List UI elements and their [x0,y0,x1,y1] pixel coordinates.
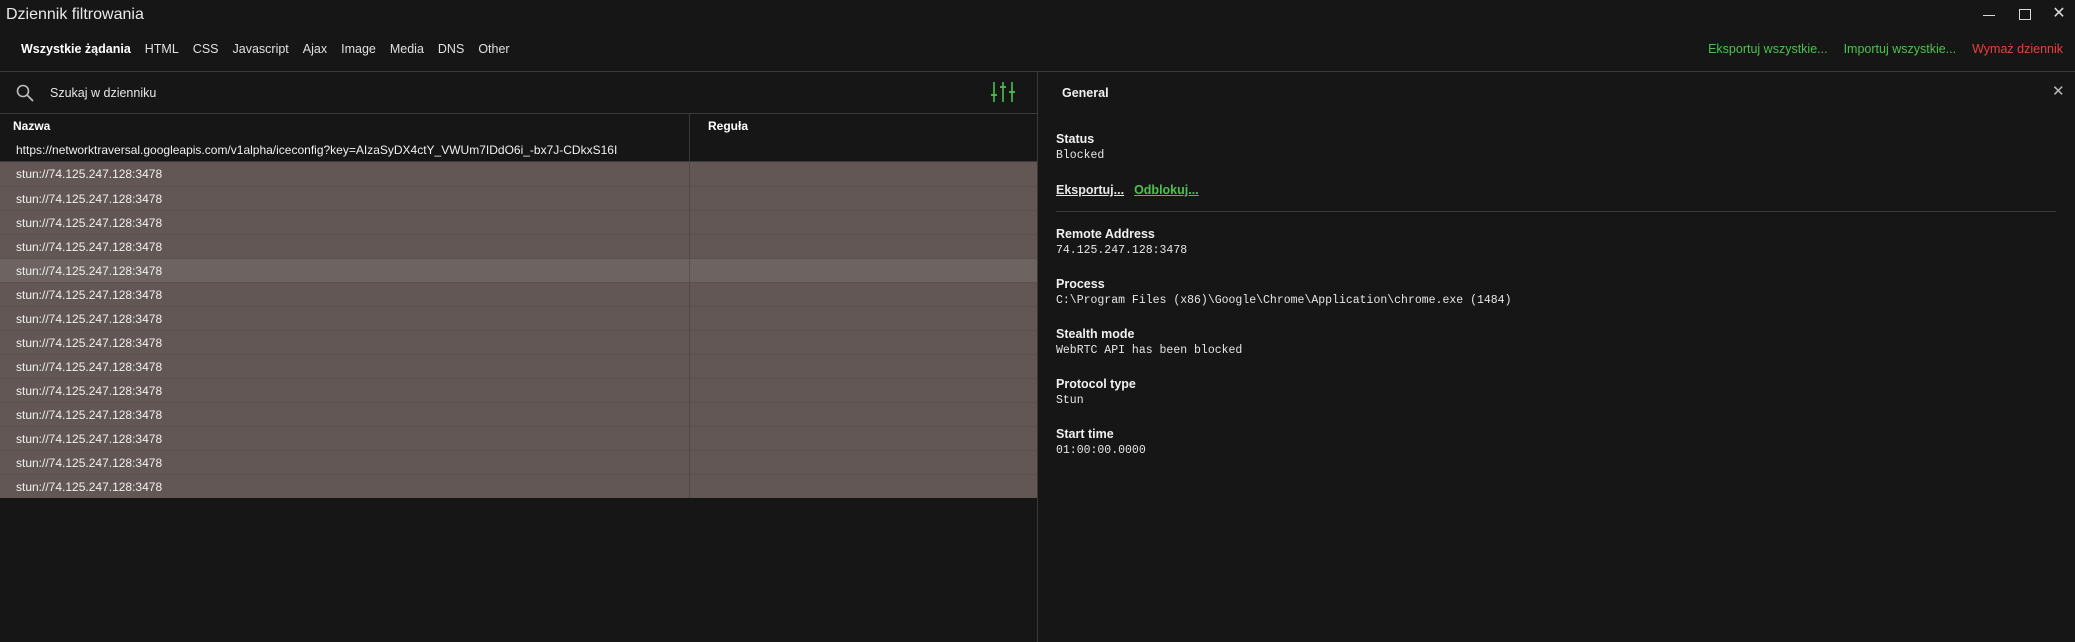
window-title: Dziennik filtrowania [6,6,144,23]
table-row[interactable]: https://networktraversal.googleapis.com/… [0,138,1037,162]
tab-image[interactable]: Image [334,42,383,56]
request-name: https://networktraversal.googleapis.com/… [16,143,618,157]
protocol-type-value: Stun [1056,394,1084,407]
table-row-selected[interactable]: stun://74.125.247.128:3478 [0,258,1037,283]
protocol-type-label: Protocol type [1056,377,1136,391]
search-bar [0,72,1037,114]
table-row[interactable]: stun://74.125.247.128:3478 [0,474,1037,499]
request-name: stun://74.125.247.128:3478 [16,192,163,206]
maximize-icon [2019,8,2031,20]
request-name: stun://74.125.247.128:3478 [16,312,163,326]
process-field: Process C:\Program Files (x86)\Google\Ch… [1056,277,1511,307]
request-log-pane: Nazwa Reguła https://networktraversal.go… [0,72,1037,642]
table-row[interactable]: stun://74.125.247.128:3478 [0,426,1037,451]
table-row[interactable]: stun://74.125.247.128:3478 [0,378,1037,403]
request-name: stun://74.125.247.128:3478 [16,216,163,230]
table-row[interactable]: stun://74.125.247.128:3478 [0,282,1037,307]
tab-html[interactable]: HTML [138,42,186,56]
import-all-button[interactable]: Importuj wszystkie... [1844,42,1957,56]
stealth-mode-value: WebRTC API has been blocked [1056,344,1243,357]
status-label: Status [1056,132,1095,146]
request-name: stun://74.125.247.128:3478 [16,408,163,422]
tab-other[interactable]: Other [471,42,516,56]
minimize-button[interactable] [1972,0,2006,28]
tab-javascript[interactable]: Javascript [226,42,296,56]
table-row[interactable]: stun://74.125.247.128:3478 [0,330,1037,355]
remote-address-field: Remote Address 74.125.247.128:3478 [1056,227,1187,257]
filter-settings-icon[interactable] [990,80,1018,109]
tab-all-requests[interactable]: Wszystkie żądania [14,42,138,56]
table-row[interactable]: stun://74.125.247.128:3478 [0,162,1037,186]
tab-media[interactable]: Media [383,42,431,56]
request-name: stun://74.125.247.128:3478 [16,432,163,446]
protocol-type-field: Protocol type Stun [1056,377,1136,407]
toolbar: Wszystkie żądania HTML CSS Javascript Aj… [0,38,2075,64]
request-name: stun://74.125.247.128:3478 [16,288,163,302]
start-time-field: Start time 01:00:00.0000 [1056,427,1146,457]
request-name: stun://74.125.247.128:3478 [16,167,163,181]
details-pane: General ✕ Status Blocked Eksportuj... Od… [1038,72,2075,642]
request-list: https://networktraversal.googleapis.com/… [0,138,1037,499]
request-name: stun://74.125.247.128:3478 [16,384,163,398]
minimize-icon [1983,14,1995,16]
stealth-mode-field: Stealth mode WebRTC API has been blocked [1056,327,1242,357]
search-input[interactable] [48,82,672,104]
column-header-name[interactable]: Nazwa [13,119,50,133]
detail-actions: Eksportuj... Odblokuj... [1056,183,1199,197]
start-time-value: 01:00:00.0000 [1056,444,1146,457]
table-row[interactable]: stun://74.125.247.128:3478 [0,234,1037,259]
request-name: stun://74.125.247.128:3478 [16,360,163,374]
request-name: stun://74.125.247.128:3478 [16,336,163,350]
clear-log-button[interactable]: Wymaż dziennik [1972,42,2063,56]
maximize-button[interactable] [2008,0,2042,28]
column-header-rule[interactable]: Reguła [708,119,748,133]
process-value: C:\Program Files (x86)\Google\Chrome\App… [1056,294,1512,307]
tab-dns[interactable]: DNS [431,42,471,56]
details-divider [1056,211,2056,212]
table-row[interactable]: stun://74.125.247.128:3478 [0,354,1037,379]
tab-css[interactable]: CSS [186,42,226,56]
stealth-mode-label: Stealth mode [1056,327,1135,341]
title-bar: Dziennik filtrowania ✕ [0,0,2075,34]
filter-tabs: Wszystkie żądania HTML CSS Javascript Aj… [14,42,517,56]
export-all-button[interactable]: Eksportuj wszystkie... [1708,42,1827,56]
remote-address-value: 74.125.247.128:3478 [1056,244,1188,257]
start-time-label: Start time [1056,427,1114,441]
request-name: stun://74.125.247.128:3478 [16,456,163,470]
request-name: stun://74.125.247.128:3478 [16,480,163,494]
unblock-link[interactable]: Odblokuj... [1134,183,1199,197]
table-header: Nazwa Reguła [0,114,1037,139]
log-actions: Eksportuj wszystkie... Importuj wszystki… [1708,42,2063,56]
process-label: Process [1056,277,1105,291]
search-icon [16,84,34,107]
table-row[interactable]: stun://74.125.247.128:3478 [0,306,1037,331]
close-window-button[interactable]: ✕ [2042,0,2075,28]
details-title: General [1062,86,1109,100]
table-row[interactable]: stun://74.125.247.128:3478 [0,210,1037,235]
status-value: Blocked [1056,149,1105,162]
request-name: stun://74.125.247.128:3478 [16,264,163,278]
request-name: stun://74.125.247.128:3478 [16,240,163,254]
close-details-icon[interactable]: ✕ [2052,82,2065,100]
tab-ajax[interactable]: Ajax [296,42,334,56]
remote-address-label: Remote Address [1056,227,1155,241]
table-row[interactable]: stun://74.125.247.128:3478 [0,186,1037,211]
table-row[interactable]: stun://74.125.247.128:3478 [0,450,1037,475]
table-row[interactable]: stun://74.125.247.128:3478 [0,402,1037,427]
close-icon: ✕ [2052,5,2066,22]
export-link[interactable]: Eksportuj... [1056,183,1124,197]
status-field: Status Blocked [1056,132,1104,162]
